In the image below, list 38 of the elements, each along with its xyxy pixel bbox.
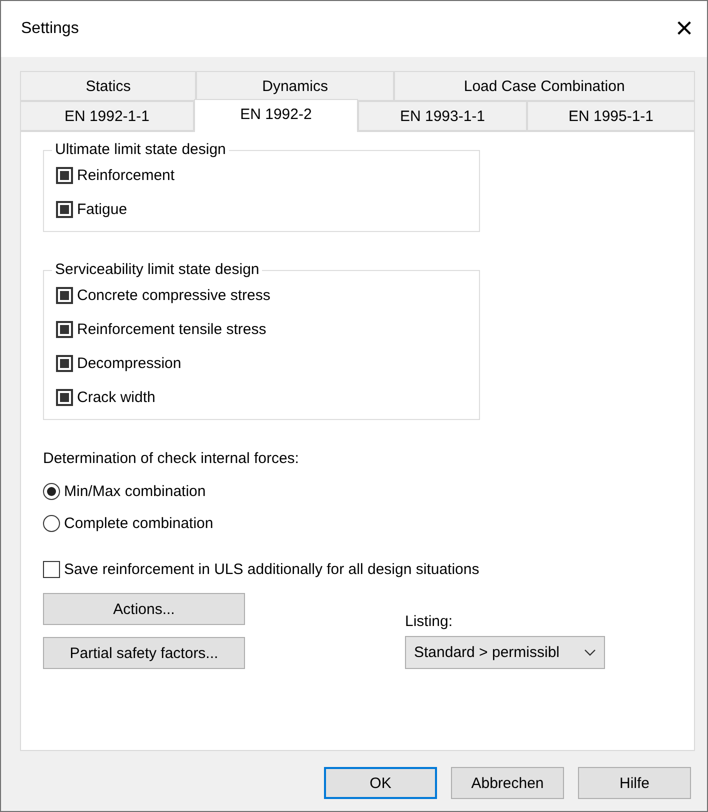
tab[interactable]: EN 1995-1-1 [527,101,696,131]
radio-label: Min/Max combination [64,482,206,500]
checkbox-label: Fatigue [77,200,128,218]
checkbox[interactable] [56,354,73,372]
checkbox-label: Save reinforcement in ULS additionally for all design situations [64,560,480,578]
action-button[interactable]: Actions... [43,593,245,625]
checkbox[interactable] [56,320,73,338]
checkbox[interactable] [56,166,73,184]
tab[interactable]: Statics [20,71,196,101]
checkbox-label: Reinforcement tensile stress [77,320,266,338]
checkbox-label: Crack width [77,388,156,406]
checkbox[interactable] [43,560,60,578]
radio-button[interactable] [43,482,60,500]
tab[interactable]: EN 1992-2 [194,99,358,132]
close-button[interactable]: × [667,14,701,44]
chevron-down-icon [584,648,596,656]
checkbox-label: Decompression [77,354,182,372]
checkbox-label: Reinforcement [77,166,175,184]
tab[interactable]: Dynamics [196,71,394,101]
group-title: Ultimate limit state design [52,141,229,158]
radio-label: Complete combination [64,514,214,532]
checkbox[interactable] [56,286,73,304]
window-title: Settings [21,20,79,38]
listing-label: Listing: [405,613,454,630]
dialog-button[interactable]: Hilfe [578,767,691,799]
listing-dropdown[interactable]: Standard > permissibl [405,636,605,669]
dialog-button[interactable]: Abbrechen [451,767,564,799]
checkbox[interactable] [56,200,73,218]
tab[interactable]: EN 1992-1-1 [20,101,194,131]
section-label: Determination of check internal forces: [43,450,300,467]
group-title: Serviceability limit state design [52,261,262,278]
checkbox[interactable] [56,388,73,406]
tab[interactable]: Load Case Combination [394,71,695,101]
action-button[interactable]: Partial safety factors... [43,637,245,669]
tab[interactable]: EN 1993-1-1 [358,101,527,131]
dialog-button[interactable]: OK [324,767,437,799]
checkbox-label: Concrete compressive stress [77,286,270,304]
radio-button[interactable] [43,514,60,532]
